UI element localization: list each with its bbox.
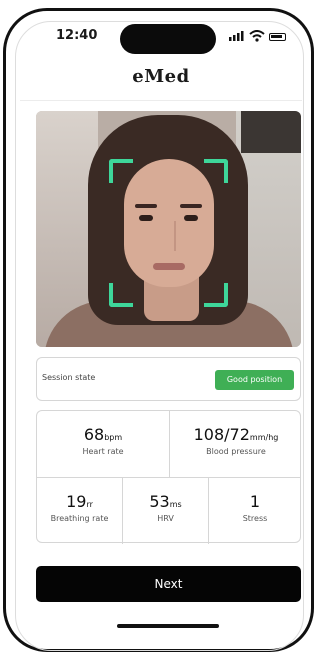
hrv-metric: 53ms HRV <box>123 492 208 523</box>
breathing-rate-label: Breathing rate <box>50 514 109 523</box>
breathing-rate-value: 19 <box>66 492 87 511</box>
home-indicator[interactable] <box>117 624 219 628</box>
right-eyebrow <box>180 204 202 208</box>
heart-rate-label: Heart rate <box>82 447 124 456</box>
hrv-unit: ms <box>169 500 182 509</box>
right-eye <box>184 215 198 221</box>
stress-value: 1 <box>249 492 261 511</box>
hrv-value: 53 <box>149 492 170 511</box>
next-button[interactable]: Next <box>36 566 301 602</box>
stress-label: Stress <box>242 514 268 523</box>
background-window <box>241 111 301 153</box>
wifi-icon <box>249 30 265 42</box>
app-logo: eMed <box>132 66 190 87</box>
hrv-label: HRV <box>157 514 174 523</box>
blood-pressure-label: Blood pressure <box>206 447 266 456</box>
vitals-row-divider <box>37 477 300 478</box>
breathing-rate-metric: 19rr Breathing rate <box>37 492 122 523</box>
face-frame-corner-top-left-icon <box>109 159 133 183</box>
blood-pressure-metric: 108/72mm/hg Blood pressure <box>170 425 302 456</box>
heart-rate-metric: 68bpm Heart rate <box>37 425 169 456</box>
breathing-rate-unit: rr <box>86 500 93 509</box>
status-time: 12:40 <box>56 28 98 43</box>
blood-pressure-unit: mm/hg <box>249 433 279 442</box>
heart-rate-unit: bpm <box>104 433 123 442</box>
face-frame-corner-bottom-right-icon <box>204 283 228 307</box>
session-state-card: Session state Good position <box>36 357 301 401</box>
left-eye <box>139 215 153 221</box>
header-divider <box>20 100 302 101</box>
face-frame-corner-top-right-icon <box>204 159 228 183</box>
dynamic-island <box>120 24 216 54</box>
stress-metric: 1 Stress <box>209 492 301 523</box>
mouth <box>153 263 185 270</box>
battery-icon <box>269 33 286 41</box>
face-frame-corner-bottom-left-icon <box>109 283 133 307</box>
status-bar: 12:40 <box>0 0 322 60</box>
session-status-badge: Good position <box>215 370 294 390</box>
camera-preview <box>36 111 301 347</box>
left-eyebrow <box>135 204 157 208</box>
heart-rate-value: 68 <box>83 425 105 444</box>
signal-icon <box>229 31 244 41</box>
session-state-label: Session state <box>42 373 96 382</box>
nose <box>164 221 176 251</box>
blood-pressure-value: 108/72 <box>193 425 250 444</box>
vitals-card: 68bpm Heart rate 108/72mm/hg Blood press… <box>36 410 302 544</box>
